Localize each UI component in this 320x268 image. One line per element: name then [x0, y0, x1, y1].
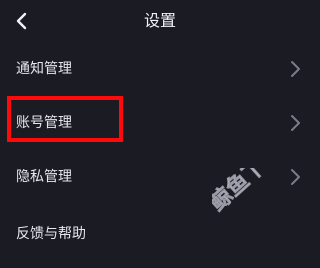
- chevron-right-icon: [291, 61, 300, 77]
- menu-item-privacy[interactable]: 隐私管理: [0, 150, 320, 204]
- menu-item-feedback[interactable]: 反馈与帮助: [0, 207, 320, 261]
- highlight-annotation-box: [7, 96, 123, 142]
- header-bar: 设置: [0, 0, 320, 42]
- menu-item-label: 反馈与帮助: [16, 226, 86, 242]
- chevron-right-icon: [291, 115, 300, 131]
- menu-item-notifications[interactable]: 通知管理: [0, 42, 320, 96]
- chevron-right-icon: [291, 169, 300, 185]
- menu-item-label: 隐私管理: [16, 169, 72, 185]
- page-title: 设置: [143, 11, 176, 30]
- menu-item-label: 通知管理: [16, 61, 72, 77]
